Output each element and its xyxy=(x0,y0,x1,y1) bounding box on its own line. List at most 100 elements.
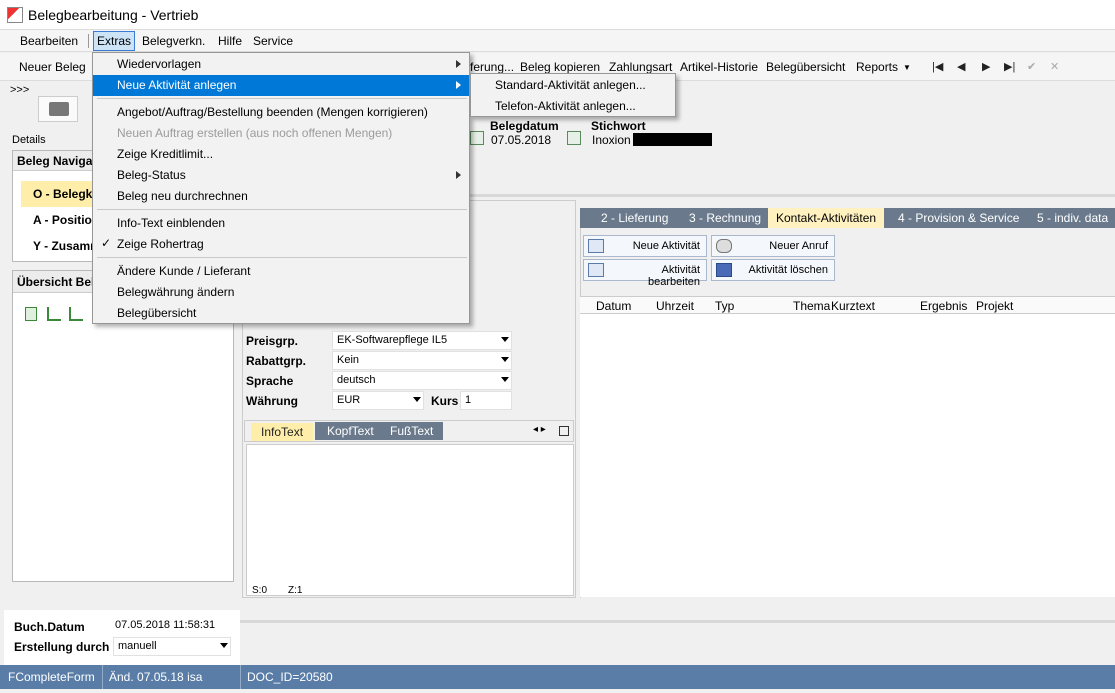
reports-dropdown-icon[interactable]: ▼ xyxy=(903,63,911,72)
tab-provision-service[interactable]: 4 - Provision & Service xyxy=(898,211,1019,225)
price-group-select[interactable]: EK-Softwarepflege IL5 xyxy=(332,331,512,350)
reports-button[interactable]: Reports xyxy=(856,60,898,74)
rate-input[interactable]: 1 xyxy=(460,391,512,410)
menu-item-neu-durchrechnen[interactable]: Beleg neu durchrechnen xyxy=(93,186,469,207)
tab-infotext[interactable]: InfoText xyxy=(251,423,314,441)
menu-belegverkn[interactable]: Belegverkn. xyxy=(142,34,205,48)
discount-select[interactable]: Kein xyxy=(332,351,512,370)
next-record-icon[interactable]: ▶ xyxy=(982,60,990,73)
submenu-arrow-icon xyxy=(456,81,461,89)
col-kurztext[interactable]: Kurztext xyxy=(831,299,875,313)
menu-item-label: Neuen Auftrag erstellen (aus noch offene… xyxy=(117,126,393,140)
menu-item-label: Neue Aktivität anlegen xyxy=(117,78,237,92)
date-label: Belegdatum xyxy=(490,119,559,133)
chevron-down-icon[interactable] xyxy=(413,397,421,402)
info-text-area[interactable] xyxy=(246,444,574,596)
tab-indiv-data[interactable]: 5 - indiv. data xyxy=(1037,211,1108,225)
activity-grid-header: Datum Uhrzeit Typ Thema Kurztext Ergebni… xyxy=(580,296,1115,314)
menu-item-kreditlimit[interactable]: Zeige Kreditlimit... xyxy=(93,144,469,165)
keyword-value[interactable]: Inoxion xyxy=(592,133,631,147)
redacted-text xyxy=(633,133,712,146)
menu-separator xyxy=(97,209,467,210)
tree-expand-icon[interactable] xyxy=(69,307,83,321)
tab-lieferung[interactable]: 2 - Lieferung xyxy=(601,211,668,225)
menu-service[interactable]: Service xyxy=(253,34,293,48)
tab-fusstext[interactable]: FußText xyxy=(390,424,433,438)
tab-kopftext[interactable]: KopfText xyxy=(327,424,374,438)
bottom-splitter[interactable] xyxy=(240,620,1115,623)
refresh-icon[interactable] xyxy=(25,307,37,321)
created-by-value: manuell xyxy=(118,640,157,652)
menu-item-telefon-aktivitaet[interactable]: Telefon-Aktivität anlegen... xyxy=(471,96,675,117)
menu-item-label: Belegübersicht xyxy=(117,306,197,320)
status-doc-id: DOC_ID=20580 xyxy=(247,670,333,684)
doc-overview-button[interactable]: Belegübersicht xyxy=(766,60,845,74)
col-ergebnis[interactable]: Ergebnis xyxy=(920,299,967,313)
right-tab-strip: 2 - Lieferung 3 - Rechnung Kontakt-Aktiv… xyxy=(580,208,1115,228)
menu-item-neue-aktivitaet[interactable]: Neue Aktivität anlegen xyxy=(93,75,469,96)
menu-item-beleguebersicht[interactable]: Belegübersicht xyxy=(93,303,469,324)
menu-item-info-text[interactable]: Info-Text einblenden xyxy=(93,213,469,234)
col-thema[interactable]: Thema xyxy=(793,299,830,313)
delivery-button[interactable]: ferung... xyxy=(470,60,514,74)
prev-record-icon[interactable]: ◀ xyxy=(957,60,965,73)
window-title: Belegbearbeitung - Vertrieb xyxy=(28,7,199,23)
menu-item-neuen-auftrag: Neuen Auftrag erstellen (aus noch offene… xyxy=(93,123,469,144)
currency-select[interactable]: EUR xyxy=(332,391,424,410)
expander-toggle[interactable]: >>> xyxy=(10,84,29,96)
keyword-icon[interactable] xyxy=(567,131,581,145)
menu-extras[interactable]: Extras xyxy=(93,31,136,51)
menu-hilfe[interactable]: Hilfe xyxy=(218,34,242,48)
tab-kontakt-aktivitaeten[interactable]: Kontakt-Aktivitäten xyxy=(768,208,885,228)
delete-activity-button[interactable]: Aktivität löschen xyxy=(711,259,835,281)
menu-item-kunde-aendern[interactable]: Ändere Kunde / Lieferant xyxy=(93,261,469,282)
copy-doc-button[interactable]: Beleg kopieren xyxy=(520,60,600,74)
menu-item-wiedervorlagen[interactable]: Wiedervorlagen xyxy=(93,54,469,75)
status-divider xyxy=(240,665,241,689)
first-record-icon[interactable]: |◀ xyxy=(932,60,943,73)
col-datum[interactable]: Datum xyxy=(596,299,631,313)
tree-collapse-icon[interactable] xyxy=(47,307,61,321)
new-activity-button[interactable]: Neue Aktivität xyxy=(583,235,707,257)
edit-activity-button[interactable]: Aktivität bearbeiten xyxy=(583,259,707,288)
last-record-icon[interactable]: ▶| xyxy=(1004,60,1015,73)
chevron-down-icon[interactable] xyxy=(220,643,228,648)
checkmark-icon: ✓ xyxy=(101,236,112,250)
menu-item-label: Angebot/Auftrag/Bestellung beenden (Meng… xyxy=(117,105,428,119)
chevron-down-icon[interactable] xyxy=(501,337,509,342)
menu-item-beenden[interactable]: Angebot/Auftrag/Bestellung beenden (Meng… xyxy=(93,102,469,123)
menu-bearbeiten[interactable]: Bearbeiten xyxy=(20,34,78,48)
new-activity-label: Neue Aktivität xyxy=(632,240,700,252)
menu-item-beleg-status[interactable]: Beleg-Status xyxy=(93,165,469,186)
menu-separator xyxy=(97,98,467,99)
date-value[interactable]: 07.05.2018 xyxy=(491,133,551,147)
edit-activity-label: Aktivität bearbeiten xyxy=(648,264,700,288)
new-doc-button[interactable]: Neuer Beleg xyxy=(19,60,86,74)
app-icon xyxy=(7,7,23,23)
confirm-icon[interactable]: ✔ xyxy=(1027,60,1036,73)
price-group-label: Preisgrp. xyxy=(246,334,299,348)
chevron-down-icon[interactable] xyxy=(501,357,509,362)
calendar-icon[interactable] xyxy=(470,131,484,145)
rate-label: Kurs xyxy=(431,394,459,408)
language-select[interactable]: deutsch xyxy=(332,371,512,390)
col-uhrzeit[interactable]: Uhrzeit xyxy=(656,299,694,313)
cancel-icon[interactable]: ✕ xyxy=(1050,60,1059,73)
menu-item-waehrung-aendern[interactable]: Belegwährung ändern xyxy=(93,282,469,303)
print-button[interactable] xyxy=(38,96,78,122)
activity-grid-body[interactable] xyxy=(580,314,1115,597)
payment-button[interactable]: Zahlungsart xyxy=(609,60,672,74)
scroll-arrows-icon[interactable]: ◂ ▸ xyxy=(533,424,546,435)
menu-item-rohertrag[interactable]: ✓ Zeige Rohertrag xyxy=(93,234,469,255)
created-by-select[interactable]: manuell xyxy=(113,637,231,656)
menu-item-standard-aktivitaet[interactable]: Standard-Aktivität anlegen... xyxy=(471,75,675,96)
close-tab-icon[interactable] xyxy=(559,426,569,436)
menu-item-label: Zeige Kreditlimit... xyxy=(117,147,214,161)
status-form-name: FCompleteForm xyxy=(8,670,95,684)
chevron-down-icon[interactable] xyxy=(501,377,509,382)
article-history-button[interactable]: Artikel-Historie xyxy=(680,60,758,74)
new-call-button[interactable]: Neuer Anruf xyxy=(711,235,835,257)
col-projekt[interactable]: Projekt xyxy=(976,299,1013,313)
col-typ[interactable]: Typ xyxy=(715,299,734,313)
tab-rechnung[interactable]: 3 - Rechnung xyxy=(689,211,761,225)
